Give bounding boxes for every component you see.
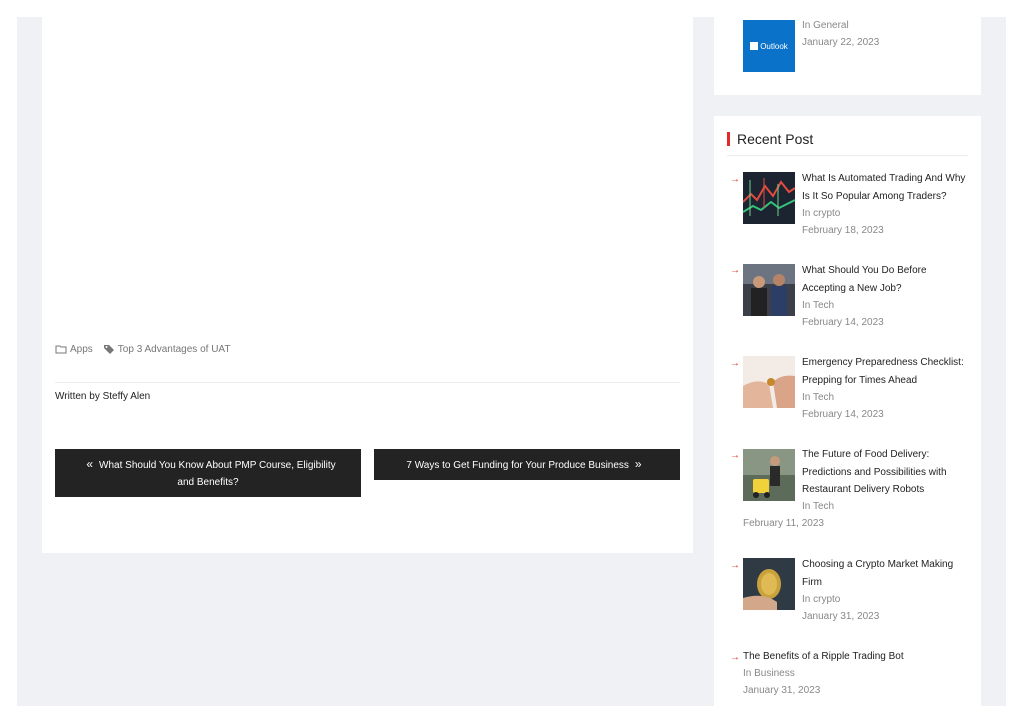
post-thumbnail[interactable] bbox=[743, 558, 795, 610]
post-date: January 31, 2023 bbox=[802, 611, 880, 622]
post-date: February 14, 2023 bbox=[802, 317, 884, 328]
arrow-right-icon: → bbox=[730, 450, 740, 461]
post-category[interactable]: In Tech bbox=[802, 300, 834, 311]
author-line: Written by Steffy Alen bbox=[55, 391, 151, 402]
post-title-link[interactable]: The Benefits of a Ripple Trading Bot bbox=[743, 648, 963, 666]
post-thumbnail[interactable] bbox=[743, 264, 795, 316]
post-category[interactable]: In Tech bbox=[802, 392, 834, 403]
top-item-category[interactable]: In General bbox=[802, 20, 849, 31]
next-post-label: 7 Ways to Get Funding for Your Produce B… bbox=[406, 459, 629, 471]
post-category[interactable]: In Business bbox=[743, 668, 795, 679]
previous-post-button[interactable]: « What Should You Know About PMP Course, … bbox=[55, 449, 361, 497]
arrow-right-icon: → bbox=[730, 652, 740, 663]
post-meta: Apps Top 3 Advantages of UAT bbox=[55, 343, 230, 355]
arrow-right-icon: → bbox=[730, 174, 740, 185]
double-chevron-right-icon: » bbox=[634, 456, 642, 471]
post-category[interactable]: In crypto bbox=[802, 208, 840, 219]
arrow-right-icon: → bbox=[730, 560, 740, 571]
widget-divider bbox=[727, 155, 968, 156]
category-link[interactable]: Apps bbox=[70, 344, 93, 355]
title-accent-bar bbox=[727, 132, 730, 146]
post-thumbnail[interactable] bbox=[743, 449, 795, 501]
recent-post-title: Recent Post bbox=[727, 131, 813, 147]
post-category[interactable]: In crypto bbox=[802, 594, 840, 605]
recent-post-title-text: Recent Post bbox=[737, 131, 814, 147]
post-thumbnail[interactable] bbox=[743, 356, 795, 408]
post-date: January 31, 2023 bbox=[743, 685, 821, 696]
post-title-link[interactable]: What Is Automated Trading And Why Is It … bbox=[802, 170, 970, 205]
post-title-link[interactable]: Emergency Preparedness Checklist: Preppi… bbox=[802, 354, 970, 389]
post-title-link[interactable]: What Should You Do Before Accepting a Ne… bbox=[802, 262, 970, 297]
post-date: February 11, 2023 bbox=[743, 518, 824, 529]
double-chevron-left-icon: « bbox=[86, 456, 94, 471]
post-title-link[interactable]: The Future of Food Delivery: Predictions… bbox=[802, 446, 970, 499]
post-title-link[interactable]: Choosing a Crypto Market Making Firm bbox=[802, 556, 970, 591]
divider bbox=[55, 382, 680, 383]
tag-link[interactable]: Top 3 Advantages of UAT bbox=[118, 344, 231, 355]
tags-icon bbox=[103, 343, 115, 355]
outlook-logo-icon bbox=[750, 42, 759, 50]
arrow-right-icon: → bbox=[730, 358, 740, 369]
post-date: February 14, 2023 bbox=[802, 409, 884, 420]
post-thumbnail[interactable] bbox=[743, 172, 795, 224]
arrow-right-icon: → bbox=[730, 265, 740, 276]
outlook-thumb-text: Outlook bbox=[760, 41, 788, 51]
next-post-button[interactable]: 7 Ways to Get Funding for Your Produce B… bbox=[374, 449, 680, 480]
folder-icon bbox=[55, 343, 67, 355]
previous-post-label: What Should You Know About PMP Course, E… bbox=[99, 459, 336, 488]
post-date: February 18, 2023 bbox=[802, 225, 884, 236]
top-item-date: January 22, 2023 bbox=[802, 37, 880, 48]
post-category[interactable]: In Tech bbox=[802, 501, 834, 512]
outlook-thumbnail[interactable]: Outlook bbox=[743, 20, 795, 72]
